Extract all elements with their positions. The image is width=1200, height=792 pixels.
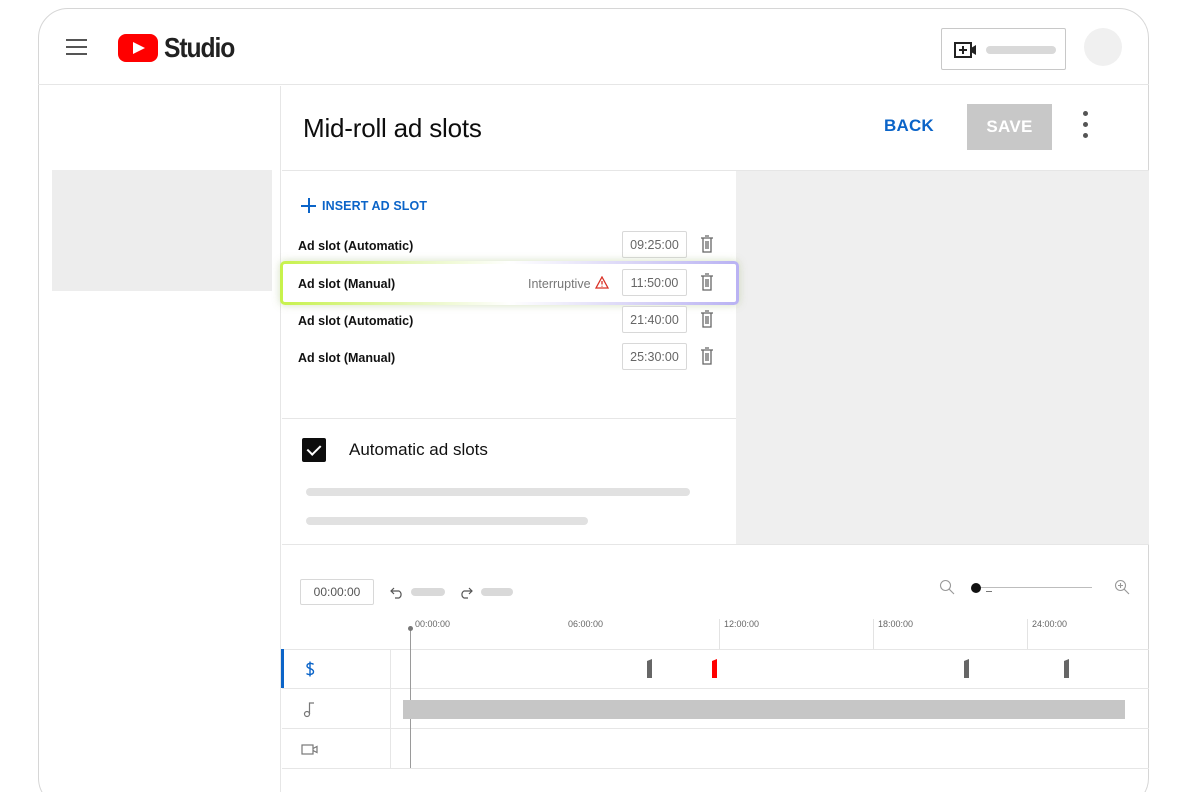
- playhead-handle[interactable]: [408, 626, 413, 631]
- avatar[interactable]: [1084, 28, 1122, 66]
- ad-slot-label: Ad slot (Manual): [298, 277, 396, 291]
- ruler-label: 00:00:00: [415, 619, 451, 629]
- ad-slot-row[interactable]: Ad slot (Automatic) 09:25:00: [282, 227, 736, 264]
- undo-icon[interactable]: [390, 585, 404, 599]
- zoom-slider-handle[interactable]: [971, 583, 981, 593]
- timecode-input[interactable]: 00:00:00: [300, 579, 374, 605]
- playhead[interactable]: [410, 628, 411, 768]
- studio-logo[interactable]: Studio: [118, 32, 244, 63]
- ad-slot-marker-warning[interactable]: [712, 659, 717, 678]
- create-button-label-placeholder: [986, 46, 1056, 54]
- zoom-slider-tick: [986, 591, 992, 592]
- ruler-tick: [873, 619, 874, 649]
- trash-icon[interactable]: [700, 235, 714, 253]
- ruler-label: 24:00:00: [1032, 619, 1068, 629]
- active-track-indicator: [281, 649, 284, 688]
- ad-slot-label: Ad slot (Automatic): [298, 314, 414, 328]
- ad-slot-label: Ad slot (Manual): [298, 351, 396, 365]
- more-vertical-icon[interactable]: [1078, 111, 1092, 141]
- ad-slot-time-input[interactable]: 11:50:00: [622, 269, 687, 296]
- create-button[interactable]: [941, 28, 1066, 70]
- plus-icon: [301, 198, 316, 213]
- description-placeholder: [306, 517, 588, 525]
- music-note-icon[interactable]: [300, 699, 320, 719]
- dollar-icon[interactable]: [300, 659, 320, 679]
- editor-divider: [282, 544, 1149, 545]
- app-title: Studio: [164, 32, 235, 63]
- ruler-label: 18:00:00: [878, 619, 914, 629]
- ruler-tick: [719, 619, 720, 649]
- zoom-slider-track[interactable]: [975, 587, 1092, 588]
- video-add-icon: [954, 42, 976, 58]
- page-title: Mid-roll ad slots: [303, 113, 482, 143]
- audio-clip[interactable]: [403, 700, 1125, 719]
- ad-slot-row-highlighted[interactable]: Ad slot (Manual) Interruptive 11:50:00: [280, 261, 739, 305]
- automatic-ad-slots-checkbox[interactable]: [302, 438, 326, 462]
- ad-slot-marker[interactable]: [647, 659, 652, 678]
- trash-icon[interactable]: [700, 310, 714, 328]
- automatic-ad-slots-label: Automatic ad slots: [349, 440, 488, 459]
- ruler-label: 06:00:00: [568, 619, 604, 629]
- redo-label-placeholder: [481, 588, 513, 596]
- redo-icon[interactable]: [459, 585, 473, 599]
- ad-slot-time-input[interactable]: 09:25:00: [622, 231, 687, 258]
- back-button[interactable]: BACK: [884, 116, 934, 136]
- timeline-bottom-border: [282, 768, 1149, 769]
- ad-slot-marker[interactable]: [1064, 659, 1069, 678]
- warning-triangle-icon: [595, 276, 609, 289]
- section-divider: [282, 418, 736, 419]
- trash-icon[interactable]: [700, 273, 714, 291]
- zoom-in-icon[interactable]: [1114, 579, 1130, 595]
- youtube-play-icon: [118, 34, 158, 62]
- ad-slot-row[interactable]: Ad slot (Manual) 25:30:00: [282, 339, 736, 376]
- ad-slot-row[interactable]: Ad slot (Automatic) 21:40:00: [282, 302, 736, 339]
- interruptive-warning-text: Interruptive: [528, 277, 591, 291]
- ruler-tick: [1027, 619, 1028, 649]
- insert-ad-slot-button[interactable]: INSERT AD SLOT: [301, 198, 427, 213]
- ad-slot-time-input[interactable]: 25:30:00: [622, 343, 687, 370]
- video-camera-icon[interactable]: [300, 739, 320, 759]
- save-button[interactable]: SAVE: [967, 104, 1052, 150]
- video-thumbnail-placeholder: [52, 170, 272, 291]
- ad-slot-time-input[interactable]: 21:40:00: [622, 306, 687, 333]
- ad-slot-marker[interactable]: [964, 659, 969, 678]
- track-gutter-divider: [390, 649, 391, 769]
- video-track[interactable]: [282, 728, 1149, 768]
- undo-label-placeholder: [411, 588, 445, 596]
- trash-icon[interactable]: [700, 347, 714, 365]
- ruler-label: 12:00:00: [724, 619, 760, 629]
- zoom-out-icon[interactable]: [939, 579, 955, 595]
- ad-slot-label: Ad slot (Automatic): [298, 239, 414, 253]
- description-placeholder: [306, 488, 690, 496]
- hamburger-menu-icon[interactable]: [66, 39, 87, 55]
- video-preview-placeholder: [736, 171, 1149, 544]
- insert-ad-slot-label: INSERT AD SLOT: [322, 198, 428, 213]
